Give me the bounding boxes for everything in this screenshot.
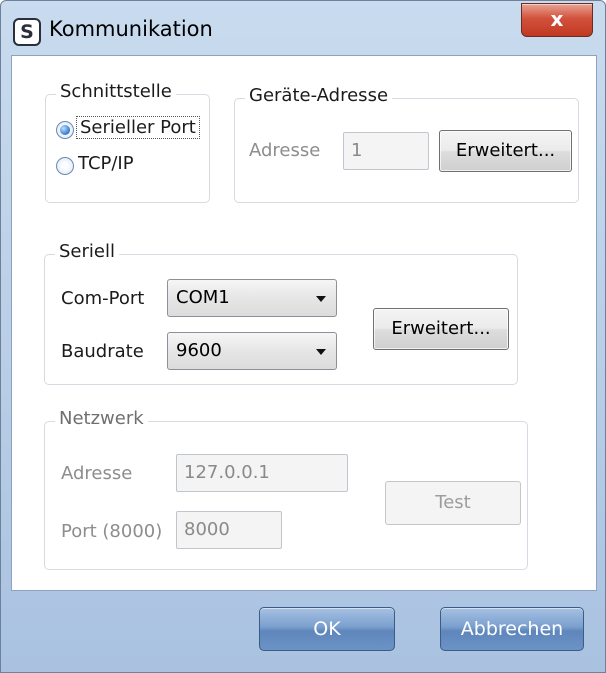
- chevron-down-icon: [316, 349, 326, 355]
- geraete-adresse-legend: Geräte-Adresse: [245, 85, 393, 106]
- window-title: Kommunikation: [49, 17, 213, 41]
- network-address-label: Adresse: [61, 463, 133, 484]
- seriell-legend: Seriell: [55, 241, 119, 262]
- baudrate-select[interactable]: 9600: [167, 332, 337, 370]
- network-port-input[interactable]: 8000: [176, 511, 282, 549]
- app-logo-icon: S: [13, 18, 41, 46]
- close-icon: x: [550, 7, 564, 31]
- close-button[interactable]: x: [521, 3, 593, 37]
- device-advanced-button[interactable]: Erweitert...: [439, 130, 572, 172]
- chevron-down-icon: [316, 296, 326, 302]
- serial-advanced-button[interactable]: Erweitert...: [373, 308, 509, 350]
- schnittstelle-legend: Schnittstelle: [56, 81, 176, 102]
- baudrate-label: Baudrate: [61, 341, 144, 362]
- device-address-label: Adresse: [249, 140, 321, 161]
- cancel-button[interactable]: Abbrechen: [440, 607, 584, 651]
- schnittstelle-group: Schnittstelle Serieller Port TCP/IP: [45, 81, 210, 203]
- com-port-label: Com-Port: [61, 288, 145, 309]
- tcp-ip-label[interactable]: TCP/IP: [78, 153, 134, 174]
- network-test-button[interactable]: Test: [385, 481, 521, 525]
- title-bar[interactable]: S Kommunikation x: [1, 1, 605, 55]
- serial-port-label[interactable]: Serieller Port: [76, 116, 200, 139]
- seriell-group: Seriell Com-Port COM1 Baudrate 9600 Erwe…: [44, 241, 518, 385]
- com-port-value: COM1: [176, 287, 230, 308]
- serial-port-radio[interactable]: [56, 121, 74, 139]
- netzwerk-group: Netzwerk Adresse 127.0.0.1 Port (8000) 8…: [44, 408, 528, 570]
- network-port-label: Port (8000): [61, 521, 163, 542]
- dialog-content: Schnittstelle Serieller Port TCP/IP Gerä…: [11, 55, 597, 591]
- tcp-ip-radio[interactable]: [56, 157, 74, 175]
- com-port-select[interactable]: COM1: [167, 279, 337, 317]
- device-address-input[interactable]: 1: [343, 132, 429, 170]
- geraete-adresse-group: Geräte-Adresse Adresse 1 Erweitert...: [234, 85, 579, 203]
- dialog-window: S Kommunikation x Schnittstelle Serielle…: [0, 0, 606, 673]
- baudrate-value: 9600: [176, 340, 222, 361]
- netzwerk-legend: Netzwerk: [55, 408, 148, 429]
- ok-button[interactable]: OK: [259, 607, 395, 651]
- network-address-input[interactable]: 127.0.0.1: [176, 454, 348, 492]
